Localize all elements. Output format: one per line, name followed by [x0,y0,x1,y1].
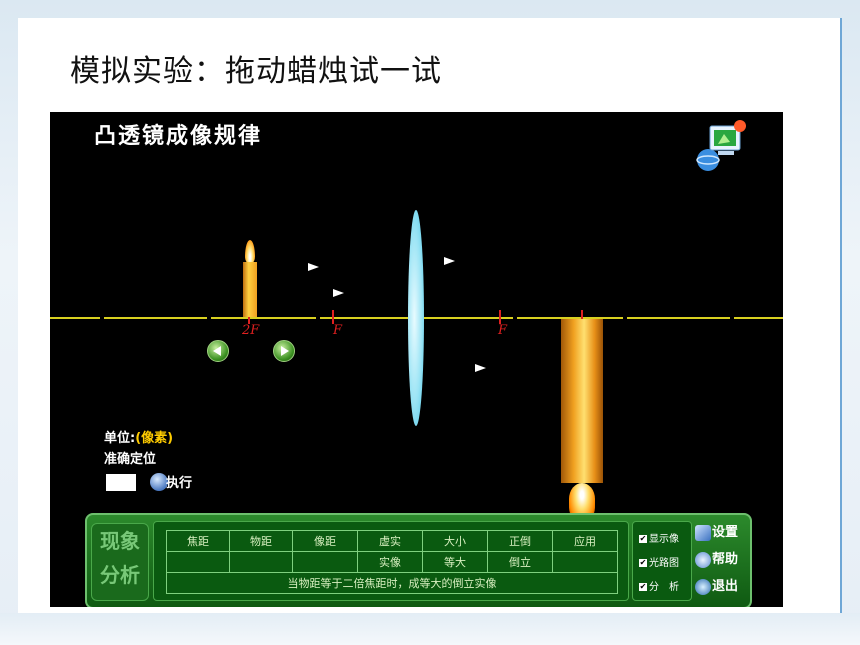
table-cell [552,551,618,573]
table-row: 实像 等大 倒立 [166,551,618,573]
exit-button[interactable]: 退出 [695,575,738,595]
header-cell: 像距 [292,530,358,552]
table-cell: 倒立 [487,551,553,573]
phenomenon-analysis-label: 现象分析 [91,523,149,601]
light-ray-arrow [333,289,344,297]
check-label: 显示像 [649,534,679,545]
execute-button[interactable]: 执行 [166,472,192,491]
settings-button[interactable]: 设置 [695,521,738,541]
help-button[interactable]: 帮助 [695,548,738,568]
axis-tick [513,315,517,321]
candle-flame[interactable] [245,240,255,264]
checkbox-checked-icon[interactable]: ✔ [639,535,647,543]
header-cell: 物距 [229,530,293,552]
exit-icon [695,578,711,595]
analysis-table: 焦距 物距 像距 虚实 大小 正倒 应用 实像 等大 倒立 当物距等于二倍焦距时… [166,530,618,594]
light-ray-arrow [308,263,319,271]
header-cell: 虚实 [357,530,423,552]
help-label: 帮助 [712,552,739,567]
checkbox-checked-icon[interactable]: ✔ [639,559,647,567]
settings-label: 设置 [712,525,739,540]
table-header-row: 焦距 物距 像距 虚实 大小 正倒 应用 [166,530,618,552]
show-image-checkbox[interactable]: ✔ 显示像 [639,530,679,545]
header-cell: 应用 [552,530,618,552]
table-cell: 等大 [422,551,488,573]
light-ray-arrow [475,364,486,372]
header-cell: 正倒 [487,530,553,552]
light-ray-arrow [444,257,455,265]
label-2f-left: 2F [242,323,260,338]
table-cell [292,551,358,573]
conclusion-cell: 当物距等于二倍焦距时，成等大的倒立实像 [166,572,618,594]
checkbox-checked-icon[interactable]: ✔ [639,583,647,591]
analysis-table-box: 焦距 物距 像距 虚实 大小 正倒 应用 实像 等大 倒立 当物距等于二倍焦距时… [153,521,629,601]
unit-label: 单位: [104,431,136,446]
axis-tick [316,315,320,321]
table-cell [229,551,293,573]
table-cell: 实像 [357,551,423,573]
simulation-title: 凸透镜成像规律 [94,123,263,149]
display-options: ✔ 显示像 ✔ 光路图 ✔ 分 析 [632,521,692,601]
axis-tick [100,315,104,321]
move-right-button[interactable] [273,340,295,362]
exit-label: 退出 [712,579,739,594]
help-icon [695,551,711,568]
header-cell: 大小 [422,530,488,552]
position-input[interactable] [106,474,136,491]
check-label: 分 析 [649,582,679,593]
axis-tick [623,315,627,321]
axis-tick [207,315,211,321]
conclusion-row: 当物距等于二倍焦距时，成等大的倒立实像 [166,572,618,594]
globe-computer-icon[interactable] [688,118,748,174]
convex-lens [408,210,424,426]
analysis-checkbox[interactable]: ✔ 分 析 [639,578,679,593]
label-f-right: F [498,323,508,338]
precise-position-label: 准确定位 [104,452,157,467]
focal-marker [332,310,334,324]
focal-marker [499,310,501,324]
unit-row: 单位:(像素) [104,427,173,446]
computer-icon [695,524,711,541]
move-left-button[interactable] [207,340,229,362]
header-cell: 焦距 [166,530,230,552]
analysis-panel: 现象分析 焦距 物距 像距 虚实 大小 正倒 应用 实像 等大 倒立 当物距等于… [85,513,752,607]
candle-object[interactable] [243,262,257,317]
label-f-left: F [333,323,343,338]
candle-image [561,319,603,483]
ray-diagram-checkbox[interactable]: ✔ 光路图 [639,554,679,569]
table-cell [166,551,230,573]
simulation-canvas[interactable]: 凸透镜成像规律 2F F F 2F 单位:(像素) 准确定位 执行 现象分析 [50,112,783,607]
slide-bottom-bar [0,613,860,645]
unit-value: (像素) [135,431,174,446]
slide-title: 模拟实验：拖动蜡烛试一试 [70,54,442,89]
check-label: 光路图 [649,558,679,569]
axis-tick [730,315,734,321]
